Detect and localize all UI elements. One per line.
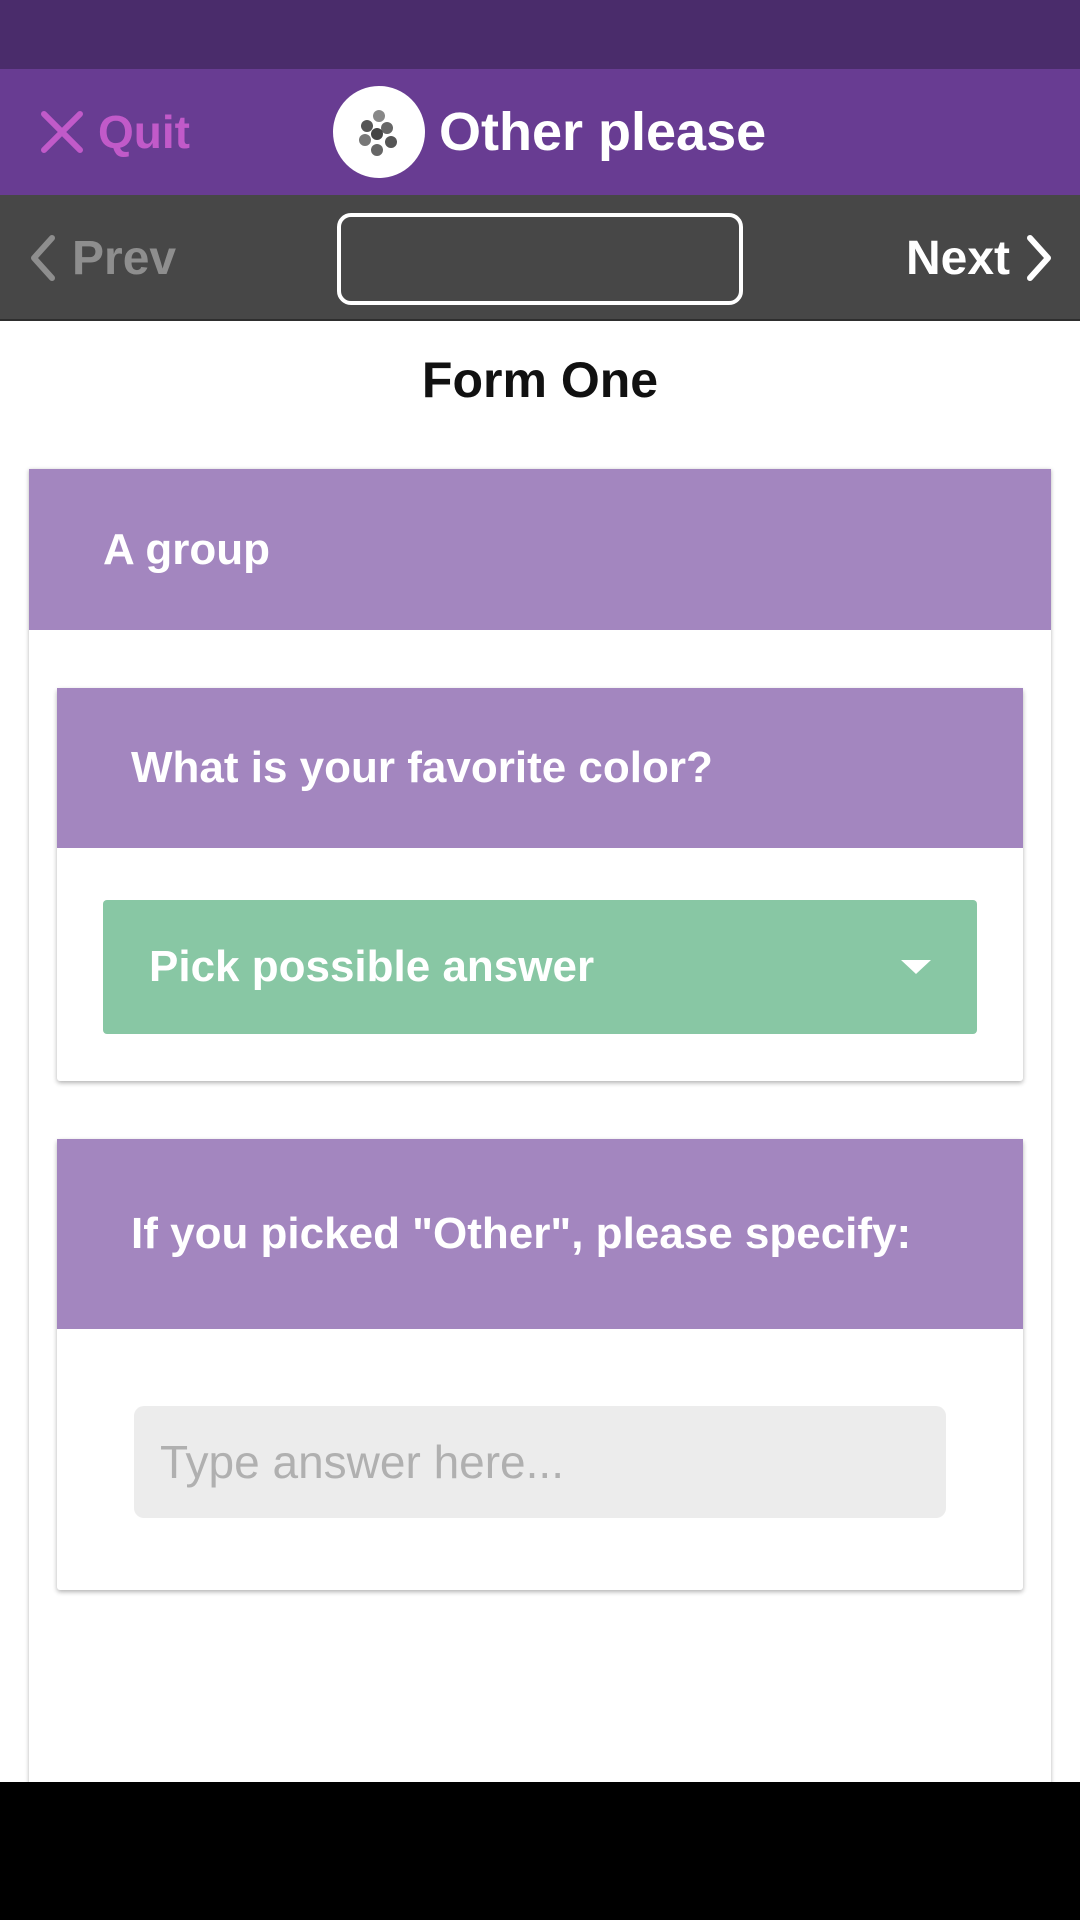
form-title: Form One: [421, 352, 659, 408]
next-label: Next: [905, 231, 1010, 285]
app-logo: [333, 86, 425, 178]
chevron-left-icon: [31, 235, 55, 281]
chevron-right-icon: [1027, 235, 1051, 281]
prev-label: Prev: [72, 231, 177, 285]
navigation-bar: [0, 1782, 1080, 1920]
quit-label: Quit: [98, 106, 190, 158]
question-card-other: If you picked "Other", please specify:: [57, 1139, 1023, 1590]
molecule-icon: [359, 110, 397, 156]
answer-select[interactable]: Pick possible answer: [103, 900, 977, 1034]
prev-button[interactable]: Prev: [26, 195, 176, 321]
group-card: A group What is your favorite color? Pic…: [29, 469, 1051, 1809]
quit-button[interactable]: Quit: [40, 69, 190, 195]
app-header: Quit Other please: [0, 69, 1080, 195]
question-card-color: What is your favorite color? Pick possib…: [57, 688, 1023, 1081]
status-bar: [0, 0, 1080, 69]
nav-bar: Prev Next: [0, 195, 1080, 321]
title-group: Other please: [333, 69, 766, 195]
next-button[interactable]: Next: [906, 195, 1056, 321]
question-label: If you picked "Other", please specify:: [57, 1139, 1023, 1329]
other-answer-input[interactable]: [134, 1406, 946, 1518]
select-value: Pick possible answer: [149, 942, 595, 991]
app-title: Other please: [439, 102, 767, 162]
chevron-down-icon: [901, 960, 931, 974]
form-content: Form One A group What is your favorite c…: [0, 321, 1080, 1809]
question-label: What is your favorite color?: [57, 688, 1023, 848]
group-header: A group: [29, 469, 1051, 630]
close-icon: [41, 111, 83, 153]
jump-input[interactable]: [337, 213, 743, 305]
